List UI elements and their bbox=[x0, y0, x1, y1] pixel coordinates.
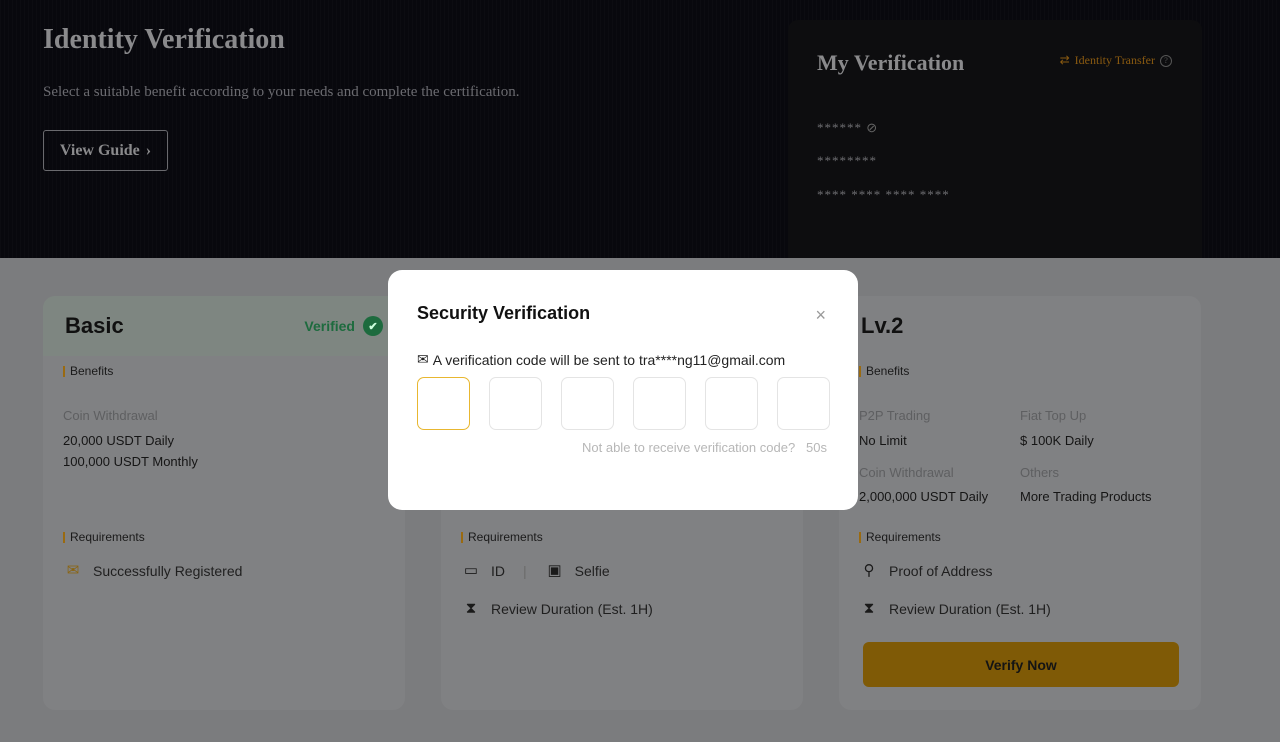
resend-help-link[interactable]: Not able to receive verification code? bbox=[582, 440, 795, 455]
requirement-label: Successfully Registered bbox=[93, 563, 243, 579]
page-subtitle: Select a suitable benefit according to y… bbox=[43, 84, 520, 100]
benefits-heading: Benefits bbox=[859, 365, 909, 377]
my-verification-card: My Verification ⇄ Identity Transfer? ****… bbox=[788, 20, 1202, 258]
envelope-icon: ✉ bbox=[66, 562, 80, 579]
name-mask: ****** ⊘ bbox=[817, 120, 878, 136]
benefit-value: 100,000 USDT Monthly bbox=[63, 454, 198, 469]
my-verification-title: My Verification bbox=[817, 50, 965, 75]
requirement-label: ID bbox=[491, 563, 505, 579]
benefit-name: P2P Trading bbox=[859, 408, 931, 423]
identity-transfer-label: Identity Transfer bbox=[1074, 53, 1155, 67]
hourglass-icon: ⧗ bbox=[465, 600, 477, 617]
hourglass-icon: ⧗ bbox=[863, 600, 875, 617]
requirement-label: Proof of Address bbox=[889, 563, 993, 579]
code-digit-input[interactable] bbox=[417, 377, 470, 430]
view-guide-button[interactable]: View Guide › bbox=[43, 130, 168, 171]
name-mask-text: ****** bbox=[817, 120, 862, 135]
review-label: Review Duration (Est. 1H) bbox=[889, 601, 1051, 617]
benefit-value: 20,000 USDT Daily bbox=[63, 433, 175, 448]
resend-help: Not able to receive verification code? 5… bbox=[582, 440, 827, 455]
transfer-icon: ⇄ bbox=[1059, 53, 1070, 67]
code-digit-input[interactable] bbox=[633, 377, 686, 430]
review-duration: ⧗ Review Duration (Est. 1H) bbox=[461, 600, 653, 618]
id-card-icon: ▭ bbox=[463, 562, 479, 579]
hero-banner: Identity Verification Select a suitable … bbox=[0, 0, 1280, 258]
selfie-icon: ▣ bbox=[547, 562, 562, 579]
check-icon: ✔ bbox=[363, 316, 383, 336]
verification-info-text: A verification code will be sent to tra*… bbox=[432, 351, 786, 368]
code-digit-input[interactable] bbox=[489, 377, 542, 430]
close-icon[interactable]: × bbox=[815, 305, 826, 326]
verified-badge: Verified ✔ bbox=[304, 316, 383, 336]
code-input-group bbox=[417, 377, 830, 430]
basic-card-header: Basic Verified ✔ bbox=[43, 296, 405, 356]
view-guide-label: View Guide bbox=[59, 141, 140, 159]
modal-title: Security Verification bbox=[417, 303, 591, 323]
card-title: Lv.2 bbox=[861, 313, 904, 338]
lv2-card-header: Lv.2 bbox=[839, 296, 1201, 356]
divider: | bbox=[523, 563, 527, 579]
benefits-heading: Benefits bbox=[63, 365, 113, 377]
help-icon[interactable]: ? bbox=[1160, 54, 1172, 67]
eye-off-icon[interactable]: ⊘ bbox=[866, 120, 878, 135]
countdown-timer: 50s bbox=[806, 440, 827, 455]
code-digit-input[interactable] bbox=[561, 377, 614, 430]
lv2-card: Lv.2 Benefits P2P Trading No Limit Fiat … bbox=[839, 296, 1201, 710]
review-label: Review Duration (Est. 1H) bbox=[491, 601, 653, 617]
verification-info: ✉ A verification code will be sent to tra… bbox=[417, 351, 785, 368]
code-digit-input[interactable] bbox=[705, 377, 758, 430]
card-title: Basic bbox=[65, 313, 124, 338]
benefit-value: $ 100K Daily bbox=[1020, 433, 1094, 448]
basic-card: Basic Verified ✔ Benefits Coin Withdrawal… bbox=[43, 296, 405, 710]
envelope-icon: ✉ bbox=[417, 351, 429, 367]
page-title: Identity Verification bbox=[43, 24, 285, 55]
benefit-name: Coin Withdrawal bbox=[63, 408, 158, 423]
review-duration: ⧗ Review Duration (Est. 1H) bbox=[859, 600, 1051, 618]
verified-label: Verified bbox=[304, 318, 355, 334]
benefit-value: No Limit bbox=[859, 433, 907, 448]
requirements-heading: Requirements bbox=[461, 531, 543, 543]
benefit-name: Others bbox=[1020, 465, 1060, 480]
identity-transfer-link[interactable]: ⇄ Identity Transfer? bbox=[1060, 53, 1172, 68]
benefit-value: 2,000,000 USDT Daily bbox=[859, 489, 989, 504]
id-mask: ******** bbox=[817, 153, 877, 168]
requirements-heading: Requirements bbox=[859, 531, 941, 543]
code-digit-input[interactable] bbox=[777, 377, 830, 430]
number-mask: **** **** **** **** bbox=[817, 187, 950, 202]
security-verification-modal: Security Verification × ✉ A verification … bbox=[388, 270, 858, 510]
requirements-heading: Requirements bbox=[63, 531, 145, 543]
benefit-value: More Trading Products bbox=[1020, 489, 1152, 504]
requirement-item: ⚲ Proof of Address bbox=[859, 562, 993, 580]
verify-now-button[interactable]: Verify Now bbox=[863, 642, 1179, 687]
benefit-name: Coin Withdrawal bbox=[859, 465, 954, 480]
requirement-item: ✉ Successfully Registered bbox=[63, 562, 243, 580]
requirement-label: Selfie bbox=[574, 563, 610, 579]
location-pin-icon: ⚲ bbox=[863, 562, 875, 579]
requirement-item: ▭ ID | ▣ Selfie bbox=[461, 562, 610, 580]
benefit-name: Fiat Top Up bbox=[1020, 408, 1087, 423]
chevron-right-icon: › bbox=[145, 141, 152, 159]
